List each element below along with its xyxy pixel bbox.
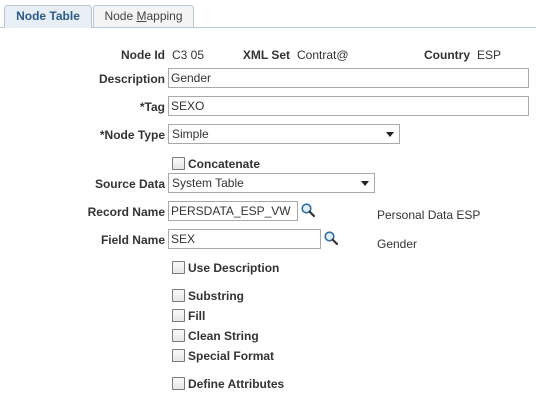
clean-string-checkbox[interactable] xyxy=(172,329,185,342)
special-format-checkbox[interactable] xyxy=(172,349,185,362)
tab-node-table[interactable]: Node Table xyxy=(4,5,92,28)
record-name-description: Personal Data ESP xyxy=(377,208,481,222)
define-attributes-label: Define Attributes xyxy=(188,377,285,391)
chevron-down-icon xyxy=(361,181,369,186)
use-description-label: Use Description xyxy=(188,261,280,275)
source-data-selected: System Table xyxy=(172,176,244,190)
description-label: Description xyxy=(98,72,165,86)
tab-node-mapping[interactable]: Node Mapping xyxy=(93,5,194,27)
tab-node-table-label: Node Table xyxy=(16,9,80,23)
fill-checkbox[interactable] xyxy=(172,309,185,322)
record-name-field[interactable]: PERSDATA_ESP_VW xyxy=(168,201,298,221)
tag-label: *Tag xyxy=(139,100,165,114)
record-name-label: Record Name xyxy=(87,205,165,219)
tab-node-mapping-label: Node Mapping xyxy=(104,9,183,23)
substring-label: Substring xyxy=(188,289,244,303)
fill-label: Fill xyxy=(188,309,206,323)
tag-field[interactable]: SEXO xyxy=(168,96,529,116)
magnifier-icon[interactable] xyxy=(300,202,316,218)
field-name-field[interactable]: SEX xyxy=(168,229,321,249)
node-id-label: Node Id xyxy=(121,48,165,62)
define-attributes-checkbox[interactable] xyxy=(172,377,185,390)
node-type-select[interactable]: Simple xyxy=(168,124,400,144)
node-type-selected: Simple xyxy=(172,127,209,141)
xml-set-value: Contrat@ xyxy=(297,48,349,62)
clean-string-label: Clean String xyxy=(188,329,259,343)
concatenate-checkbox[interactable] xyxy=(172,157,185,170)
country-label: Country xyxy=(424,48,470,62)
field-name-description: Gender xyxy=(377,237,418,251)
concatenate-label: Concatenate xyxy=(188,157,261,171)
country-value: ESP xyxy=(477,48,502,62)
field-name-label: Field Name xyxy=(100,233,165,247)
special-format-label: Special Format xyxy=(188,349,275,363)
node-type-label: *Node Type xyxy=(99,128,165,142)
use-description-checkbox[interactable] xyxy=(172,261,185,274)
substring-checkbox[interactable] xyxy=(172,289,185,302)
description-field[interactable]: Gender xyxy=(168,68,529,88)
xml-set-label: XML Set xyxy=(242,48,290,62)
magnifier-icon[interactable] xyxy=(323,230,339,246)
chevron-down-icon xyxy=(386,132,394,137)
node-id-value: C3 05 xyxy=(172,48,205,62)
source-data-select[interactable]: System Table xyxy=(168,173,375,193)
source-data-label: Source Data xyxy=(94,177,165,191)
